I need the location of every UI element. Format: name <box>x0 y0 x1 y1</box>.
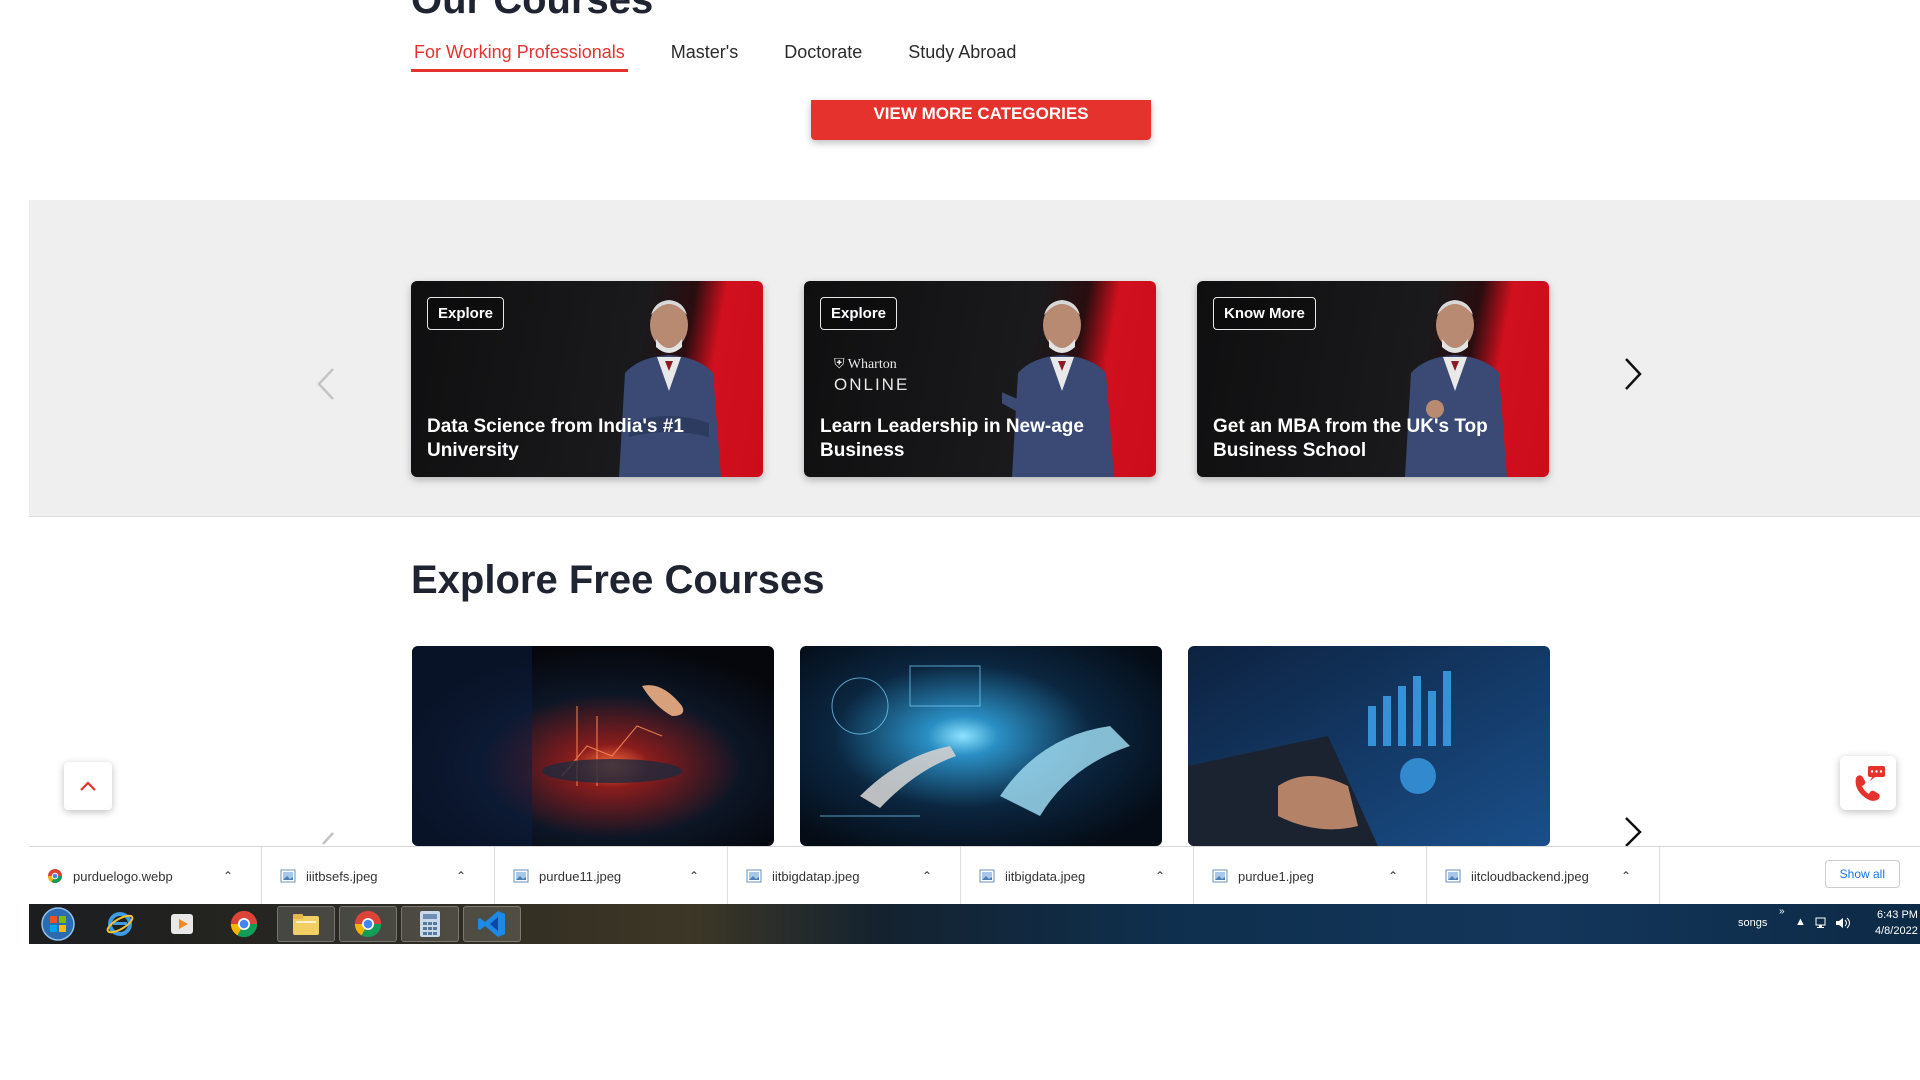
download-item[interactable]: purdue11.jpeg ⌃ <box>495 847 728 905</box>
network-icon[interactable] <box>1815 916 1829 930</box>
logo-text-wharton: Wharton <box>847 357 897 372</box>
free-course-card[interactable] <box>1188 646 1550 846</box>
vscode-icon <box>478 911 505 937</box>
chevron-up-icon <box>80 781 96 791</box>
tray-expand-icon[interactable]: » <box>1779 906 1785 917</box>
media-player-icon <box>171 914 193 934</box>
folder-icon <box>293 914 319 935</box>
download-item[interactable]: iitbigdatap.jpeg ⌃ <box>728 847 961 905</box>
image-file-icon <box>746 869 762 883</box>
promo-caption: Get an MBA from the UK's Top Business Sc… <box>1213 416 1488 461</box>
chrome-icon <box>354 910 382 938</box>
download-item[interactable]: iitbigdata.jpeg ⌃ <box>961 847 1194 905</box>
download-item[interactable]: purdue1.jpeg ⌃ <box>1194 847 1427 905</box>
show-hidden-icons-icon[interactable]: ▲ <box>1795 916 1806 928</box>
explore-button[interactable]: Explore <box>427 297 505 330</box>
download-filename: purduelogo.webp <box>73 868 173 884</box>
tray-toolbar-label[interactable]: songs <box>1738 917 1767 929</box>
taskbar-internet-explorer[interactable] <box>91 906 149 942</box>
download-filename: iitcloudbackend.jpeg <box>1471 868 1589 884</box>
taskbar-calculator[interactable] <box>401 906 459 942</box>
carousel-next-arrow[interactable] <box>1618 354 1648 394</box>
shield-icon: ⛨ <box>834 357 845 372</box>
internet-explorer-icon <box>106 912 134 936</box>
image-file-icon <box>1212 869 1228 883</box>
show-all-downloads-button[interactable]: Show all <box>1824 860 1900 888</box>
download-filename: iiitbsefs.jpeg <box>306 868 378 884</box>
explore-button[interactable]: Explore <box>820 297 898 330</box>
course-thumbnail <box>800 646 1162 846</box>
chevron-up-icon[interactable]: ⌃ <box>1155 869 1165 883</box>
download-filename: iitbigdatap.jpeg <box>772 868 860 884</box>
chevron-up-icon[interactable]: ⌃ <box>689 869 699 883</box>
free-course-card[interactable] <box>412 646 774 846</box>
phone-chat-icon <box>1855 766 1885 801</box>
course-thumbnail <box>1188 646 1550 846</box>
promo-card-leadership[interactable]: Explore ⛨ Wharton ONLINE Learn Leadershi… <box>804 281 1156 477</box>
logo-text-online: ONLINE <box>834 375 910 394</box>
promo-caption: Learn Leadership in New-age Business <box>820 416 1084 461</box>
section-title: Our Courses <box>411 0 654 22</box>
scroll-to-top-button[interactable] <box>64 762 112 810</box>
chevron-up-icon[interactable]: ⌃ <box>1388 869 1398 883</box>
tab-masters[interactable]: Master's <box>668 38 741 72</box>
taskbar-chrome-active[interactable] <box>339 906 397 942</box>
wharton-online-logo: ⛨ Wharton ONLINE <box>834 357 909 395</box>
know-more-button[interactable]: Know More <box>1213 297 1316 330</box>
tab-working-professionals[interactable]: For Working Professionals <box>411 38 628 72</box>
clock-time[interactable]: 6:43 PM <box>1877 909 1918 921</box>
promo-card-mba[interactable]: Know More Get an MBA from the UK's Top B… <box>1197 281 1549 477</box>
course-category-tabs: For Working Professionals Master's Docto… <box>411 38 1059 72</box>
download-filename: iitbigdata.jpeg <box>1005 868 1086 884</box>
taskbar: songs » ▲ 6:43 PM 4/8/2022 <box>29 904 1920 944</box>
start-button[interactable] <box>29 906 87 942</box>
promo-card-data-science[interactable]: Explore Data Science from India's #1 Uni… <box>411 281 763 477</box>
chevron-up-icon[interactable]: ⌃ <box>456 869 466 883</box>
calculator-icon <box>420 911 440 937</box>
chrome-icon <box>48 869 62 883</box>
chevron-right-icon <box>1625 358 1642 390</box>
taskbar-media-player[interactable] <box>153 906 211 942</box>
taskbar-chrome[interactable] <box>215 906 273 942</box>
download-item[interactable]: iiitbsefs.jpeg ⌃ <box>262 847 495 905</box>
view-more-categories-button[interactable]: VIEW MORE CATEGORIES <box>811 100 1151 140</box>
download-item[interactable]: purduelogo.webp ⌃ <box>29 847 262 905</box>
volume-icon[interactable] <box>1835 916 1851 930</box>
downloads-bar: purduelogo.webp ⌃ iiitbsefs.jpeg ⌃ purdu… <box>29 846 1920 905</box>
image-file-icon <box>979 869 995 883</box>
clock-date[interactable]: 4/8/2022 <box>1875 925 1918 937</box>
free-course-card[interactable] <box>800 646 1162 846</box>
chevron-left-icon <box>317 368 334 400</box>
chrome-icon <box>230 910 258 938</box>
image-file-icon <box>513 869 529 883</box>
image-file-icon <box>280 869 296 883</box>
course-thumbnail <box>412 646 774 846</box>
download-item[interactable]: iitcloudbackend.jpeg ⌃ <box>1427 847 1660 905</box>
download-filename: purdue1.jpeg <box>1238 868 1314 884</box>
call-chat-button[interactable] <box>1840 756 1896 810</box>
tab-doctorate[interactable]: Doctorate <box>781 38 865 72</box>
carousel-prev-arrow[interactable] <box>311 364 341 404</box>
free-courses-title: Explore Free Courses <box>411 558 825 602</box>
chevron-up-icon[interactable]: ⌃ <box>922 869 932 883</box>
taskbar-file-explorer[interactable] <box>277 906 335 942</box>
image-file-icon <box>1445 869 1461 883</box>
chevron-right-icon <box>1625 817 1642 847</box>
chevron-up-icon[interactable]: ⌃ <box>223 869 233 883</box>
chevron-up-icon[interactable]: ⌃ <box>1621 869 1631 883</box>
windows-start-icon <box>41 907 75 941</box>
taskbar-vscode[interactable] <box>463 906 521 942</box>
promo-caption: Data Science from India's #1 University <box>427 416 684 461</box>
download-filename: purdue11.jpeg <box>539 868 622 884</box>
tab-study-abroad[interactable]: Study Abroad <box>905 38 1019 72</box>
